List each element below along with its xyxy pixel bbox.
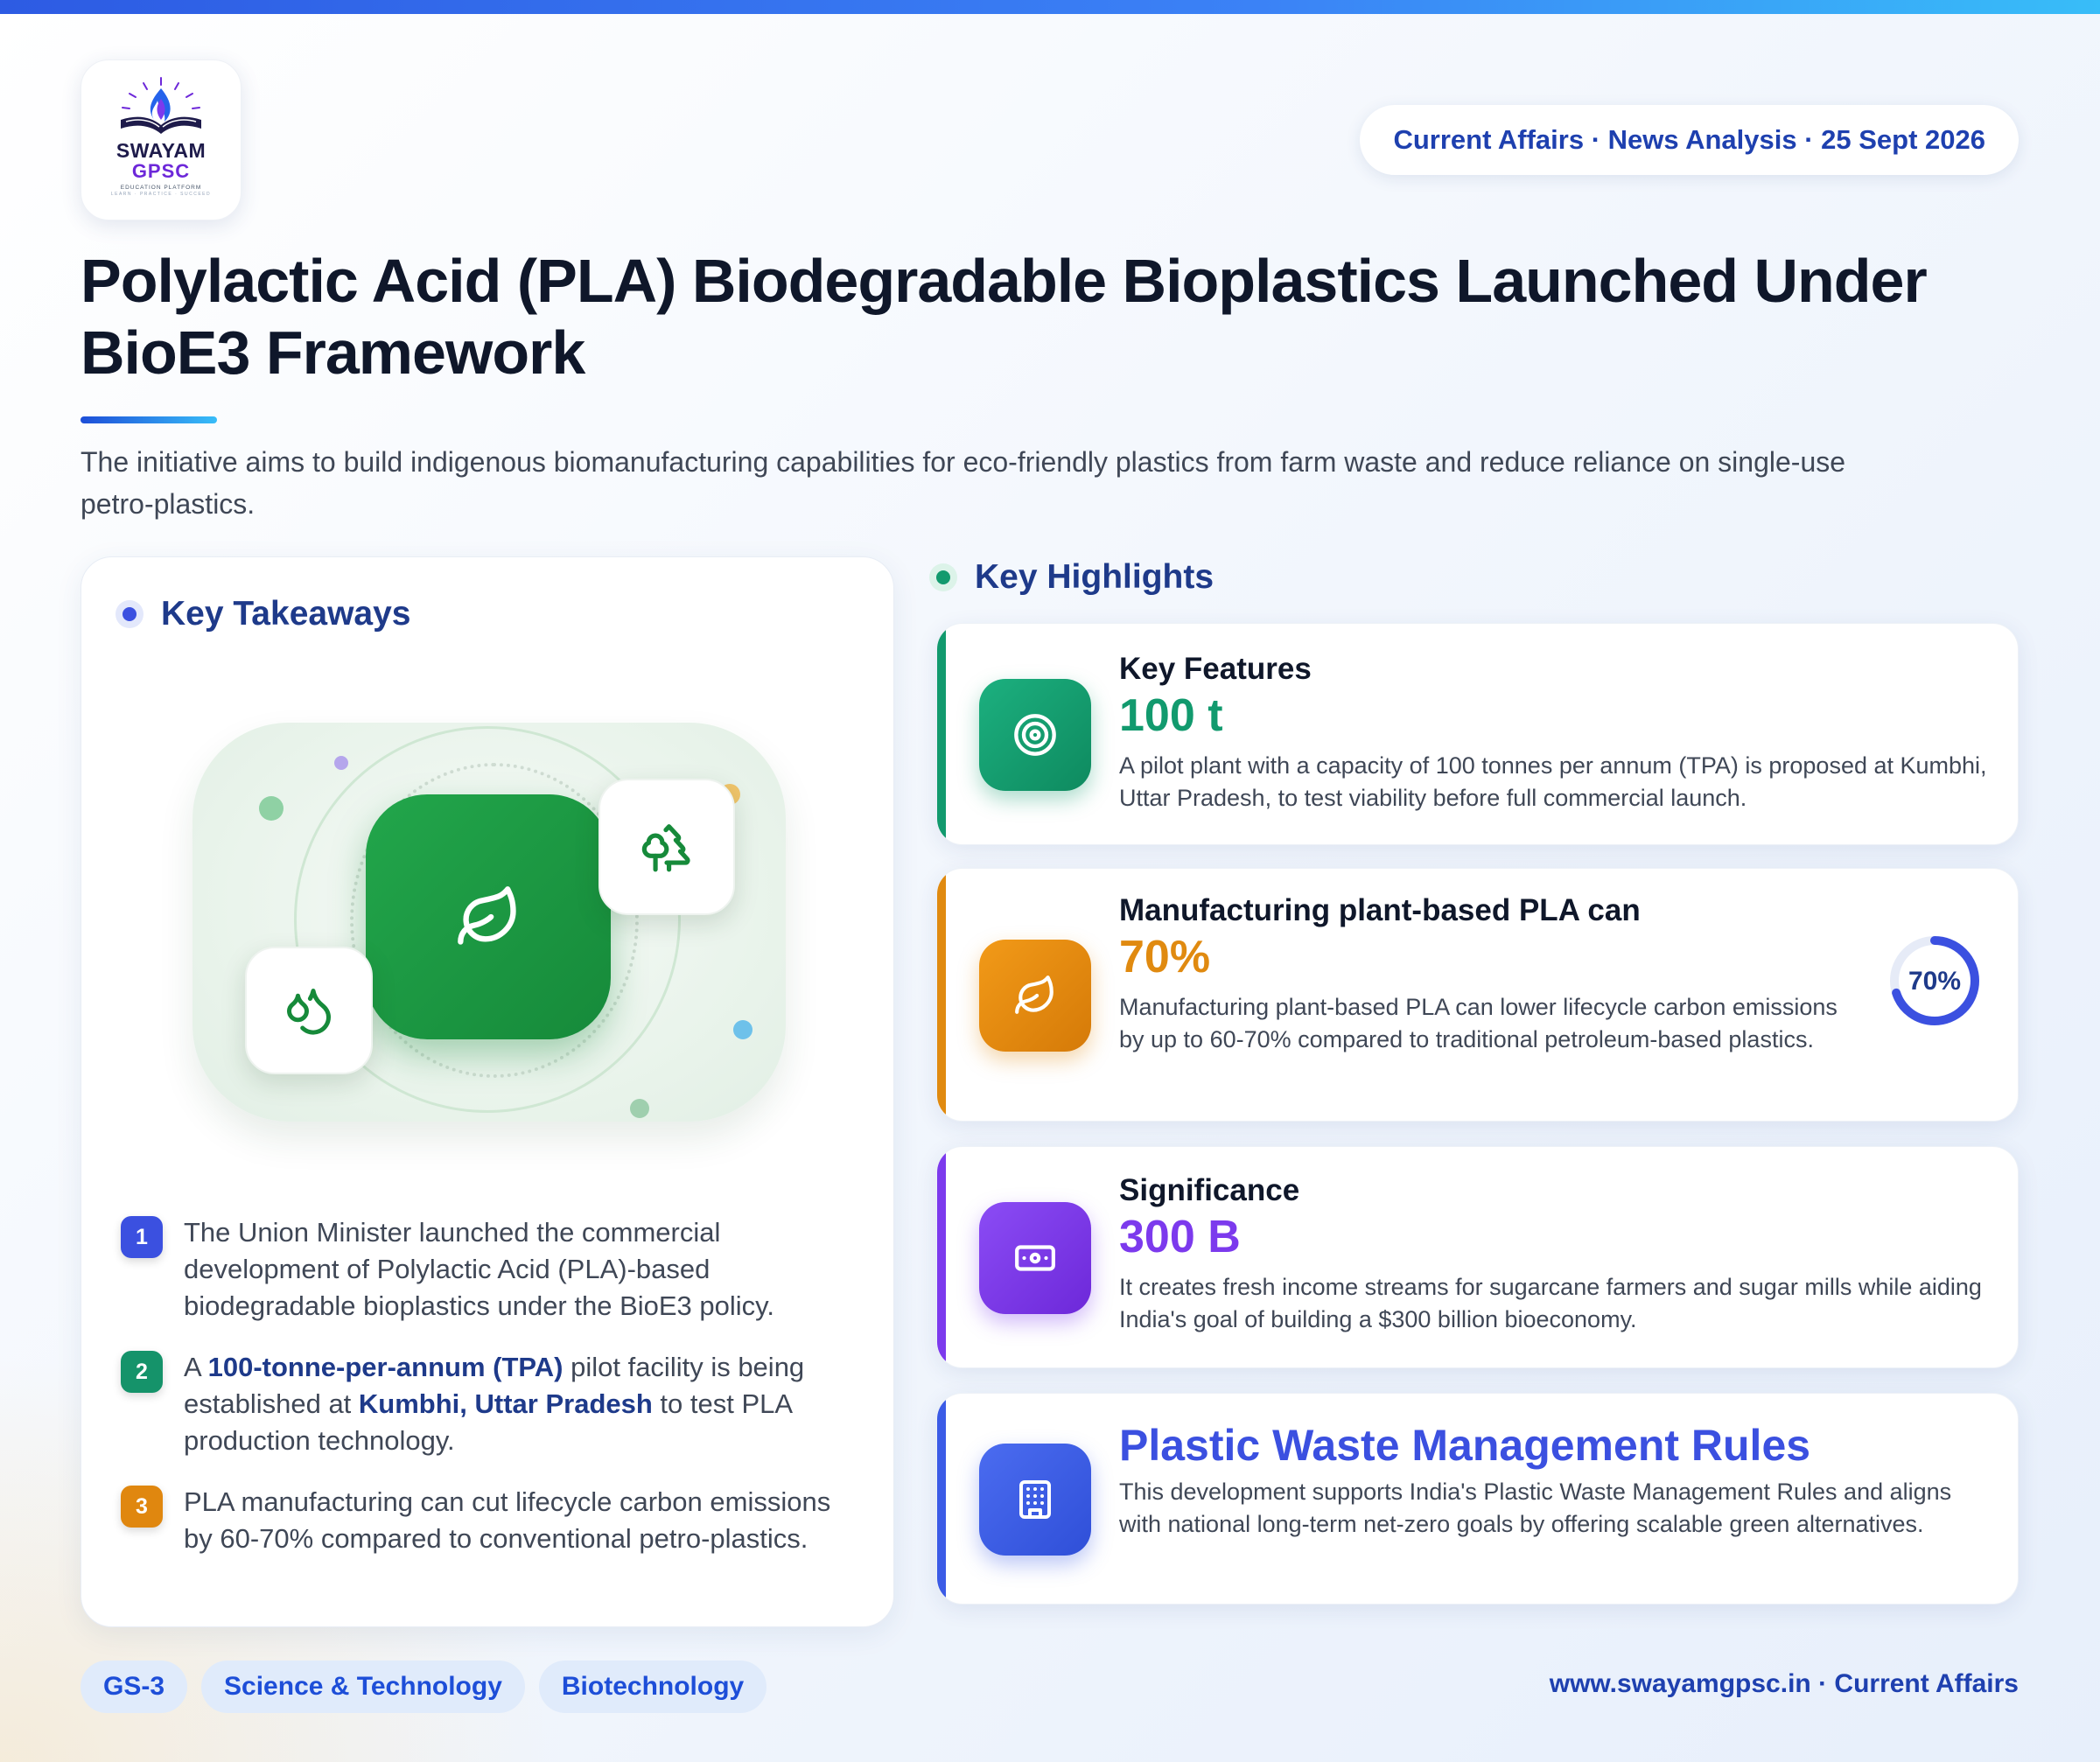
decor-dot <box>259 796 284 821</box>
takeaway-text: A 100-tonne-per-annum (TPA) pilot facili… <box>184 1349 856 1459</box>
logo-text-swayam: SWAYAM <box>116 139 206 162</box>
flame-book-icon <box>121 77 201 134</box>
tag-science-technology[interactable]: Science & Technology <box>201 1661 525 1713</box>
takeaway-text-part: A <box>184 1352 208 1382</box>
highlight-card-pwm-rules: Plastic Waste Management Rules This deve… <box>936 1393 2019 1605</box>
top-accent-bar <box>0 0 2100 14</box>
title-underline <box>80 416 217 423</box>
highlight-description: Manufacturing plant-based PLA can lower … <box>1119 994 1838 1052</box>
highlights-heading: Key Highlights <box>929 558 1214 597</box>
takeaway-emphasis: Kumbhi, Uttar Pradesh <box>358 1388 653 1419</box>
date-pill: Current Affairs · News Analysis · 25 Sep… <box>1360 105 2019 175</box>
droplets-icon <box>245 947 373 1074</box>
topic-tags: GS-3 Science & Technology Biotechnology <box>80 1661 780 1713</box>
tag-biotechnology[interactable]: Biotechnology <box>538 1661 767 1713</box>
footer-site-link[interactable]: www.swayamgpsc.in · Current Affairs <box>1550 1669 2019 1699</box>
highlight-card-key-features: Key Features 100 t A pilot plant with a … <box>936 623 2019 845</box>
takeaways-list: 1 The Union Minister launched the commerc… <box>121 1214 856 1582</box>
trees-icon <box>598 779 735 915</box>
highlight-value: 100 t <box>1119 690 1223 741</box>
logo-motto: LEARN · PRACTICE · SUCCEED <box>110 192 212 197</box>
logo-text-gpsc: GPSC <box>131 160 191 182</box>
highlight-description: A pilot plant with a capacity of 100 ton… <box>1119 752 1987 811</box>
takeaway-number-badge: 1 <box>121 1216 163 1258</box>
takeaway-number-badge: 3 <box>121 1486 163 1528</box>
takeaway-text: The Union Minister launched the commerci… <box>184 1214 856 1325</box>
page-subtitle: The initiative aims to build indigenous … <box>80 446 1846 520</box>
takeaway-item: 3 PLA manufacturing can cut lifecycle car… <box>121 1484 856 1557</box>
decor-dot <box>630 1099 649 1118</box>
page-title: Polylactic Acid (PLA) Biodegradable Biop… <box>80 247 1928 387</box>
emissions-gauge: 70% <box>1890 936 1979 1025</box>
highlight-description: This development supports India's Plasti… <box>1119 1479 1952 1537</box>
highlight-label: Key Features <box>1119 652 1312 686</box>
building-icon <box>979 1444 1091 1556</box>
takeaways-heading-text: Key Takeaways <box>161 595 411 633</box>
card-accent-stripe <box>937 869 946 1121</box>
highlight-card-emissions: Manufacturing plant-based PLA can 70% Ma… <box>936 868 2019 1122</box>
takeaway-number-badge: 2 <box>121 1351 163 1393</box>
highlight-label: Significance <box>1119 1173 1300 1207</box>
card-accent-stripe <box>937 624 946 844</box>
takeaway-text-part: PLA manufacturing can cut lifecycle carb… <box>184 1486 831 1554</box>
takeaway-emphasis: 100-tonne-per-annum (TPA) <box>207 1352 564 1382</box>
highlights-heading-text: Key Highlights <box>975 558 1214 596</box>
takeaway-item: 1 The Union Minister launched the commerc… <box>121 1214 856 1325</box>
banknote-icon <box>979 1202 1091 1314</box>
heading-dot-icon <box>116 600 144 628</box>
logo-tagline: EDUCATION PLATFORM <box>120 185 202 191</box>
gauge-label: 70% <box>1908 967 1961 996</box>
swayam-gpsc-logo[interactable]: SWAYAM GPSC EDUCATION PLATFORM LEARN · P… <box>80 59 242 220</box>
highlight-description: It creates fresh income streams for suga… <box>1119 1274 1982 1332</box>
highlight-card-significance: Significance 300 B It creates fresh inco… <box>936 1146 2019 1368</box>
takeaway-text-part: The Union Minister launched the commerci… <box>184 1217 774 1321</box>
takeaway-text: PLA manufacturing can cut lifecycle carb… <box>184 1484 856 1557</box>
highlight-label: Manufacturing plant-based PLA can <box>1119 893 1641 927</box>
card-accent-stripe <box>937 1147 946 1367</box>
heading-dot-icon <box>929 563 957 591</box>
leaf-icon <box>366 794 611 1039</box>
highlight-value: Plastic Waste Management Rules <box>1119 1421 1811 1470</box>
takeaways-heading: Key Takeaways <box>116 595 410 633</box>
highlight-value: 70% <box>1119 932 1211 982</box>
decor-dot <box>733 1020 752 1039</box>
card-accent-stripe <box>937 1394 946 1604</box>
leaf-icon <box>979 940 1091 1052</box>
decor-dot <box>334 756 348 770</box>
takeaway-item: 2 A 100-tonne-per-annum (TPA) pilot facil… <box>121 1349 856 1459</box>
highlight-value: 300 B <box>1119 1212 1241 1262</box>
target-icon <box>979 679 1091 791</box>
tag-gs3[interactable]: GS-3 <box>80 1661 188 1713</box>
